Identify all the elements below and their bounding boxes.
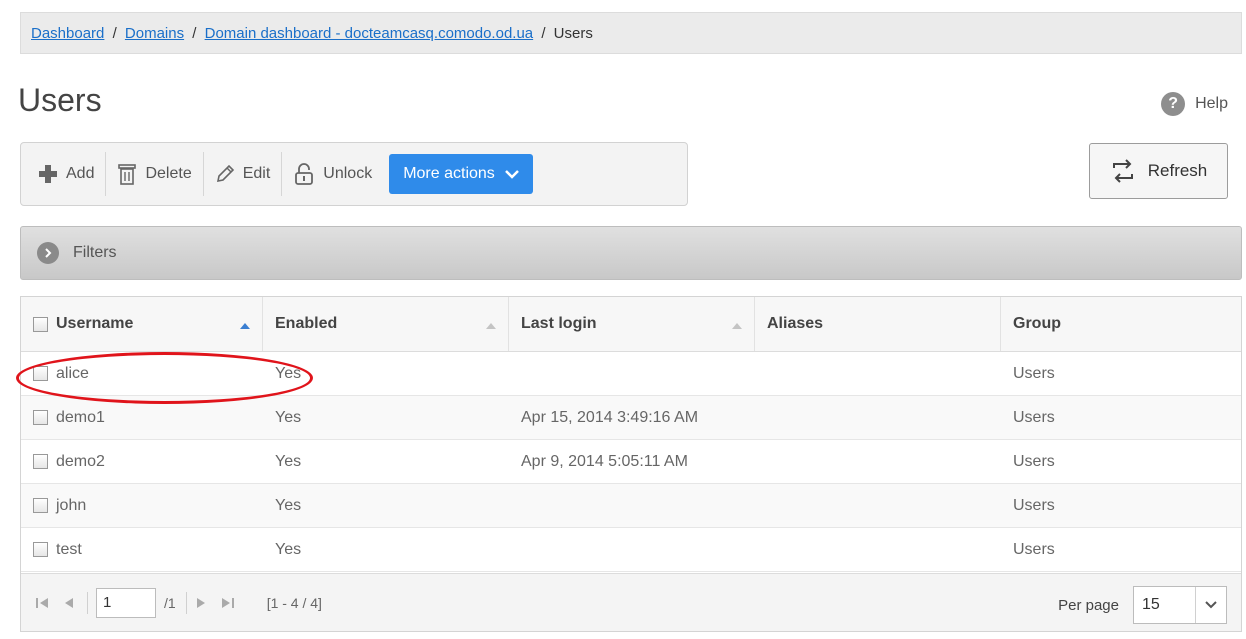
last-page-icon[interactable] bbox=[219, 597, 235, 609]
aliases-cell bbox=[755, 396, 1001, 439]
divider bbox=[87, 591, 88, 614]
record-range: [1 - 4 / 4] bbox=[266, 594, 322, 611]
more-actions-label: More actions bbox=[403, 165, 495, 182]
delete-button[interactable]: Delete bbox=[106, 152, 204, 196]
prev-page-icon[interactable] bbox=[63, 597, 75, 609]
table-row[interactable]: demo2 Yes Apr 9, 2014 5:05:11 AM Users bbox=[21, 440, 1241, 484]
enabled-cell: Yes bbox=[275, 540, 302, 558]
breadcrumb-separator: / bbox=[192, 25, 197, 42]
column-aliases[interactable]: Aliases bbox=[755, 297, 1001, 351]
more-actions-button[interactable]: More actions bbox=[389, 154, 533, 194]
breadcrumb-separator: / bbox=[112, 25, 117, 42]
aliases-cell bbox=[755, 484, 1001, 527]
sort-asc-icon bbox=[240, 317, 250, 335]
column-label: Group bbox=[1013, 315, 1061, 332]
page-number-input[interactable] bbox=[96, 587, 156, 618]
aliases-cell bbox=[755, 528, 1001, 571]
column-group[interactable]: Group bbox=[1001, 297, 1241, 351]
refresh-icon bbox=[1110, 159, 1136, 183]
group-cell: Users bbox=[1013, 364, 1055, 382]
group-cell: Users bbox=[1013, 408, 1055, 426]
breadcrumb-current: Users bbox=[553, 25, 593, 42]
username-cell: demo2 bbox=[56, 452, 105, 470]
page-title: Users bbox=[18, 82, 102, 118]
chevron-down-icon bbox=[1195, 587, 1226, 623]
filters-panel[interactable]: Filters bbox=[20, 226, 1242, 280]
enabled-cell: Yes bbox=[275, 452, 302, 470]
page-total: /1 bbox=[164, 594, 176, 611]
last-login-cell bbox=[509, 484, 755, 527]
plus-icon bbox=[38, 164, 58, 184]
column-last-login[interactable]: Last login bbox=[509, 297, 755, 351]
enabled-cell: Yes bbox=[275, 496, 302, 514]
column-label: Enabled bbox=[275, 315, 338, 332]
group-cell: Users bbox=[1013, 452, 1055, 470]
column-enabled[interactable]: Enabled bbox=[263, 297, 509, 351]
table-header: Username Enabled Last login Aliases Grou… bbox=[21, 297, 1241, 352]
username-cell: test bbox=[56, 540, 82, 558]
row-checkbox[interactable] bbox=[33, 542, 48, 557]
last-login-cell: Apr 9, 2014 5:05:11 AM bbox=[521, 452, 688, 470]
last-login-cell bbox=[509, 528, 755, 571]
highlight-annotation bbox=[16, 352, 313, 404]
column-label: Last login bbox=[521, 315, 597, 332]
add-label: Add bbox=[66, 165, 95, 182]
filters-label: Filters bbox=[73, 244, 117, 261]
trash-icon bbox=[117, 163, 137, 185]
row-checkbox[interactable] bbox=[33, 410, 48, 425]
chevron-down-icon bbox=[504, 169, 519, 179]
unlock-icon bbox=[293, 163, 315, 185]
group-cell: Users bbox=[1013, 540, 1055, 558]
help-link[interactable]: ? Help bbox=[1161, 92, 1228, 116]
column-label: Username bbox=[56, 315, 134, 332]
help-label: Help bbox=[1195, 95, 1228, 112]
chevron-right-icon bbox=[37, 242, 59, 264]
aliases-cell bbox=[755, 440, 1001, 483]
users-table: Username Enabled Last login Aliases Grou… bbox=[20, 296, 1242, 632]
per-page-control: Per page 15 bbox=[1058, 586, 1227, 624]
column-username[interactable]: Username bbox=[21, 297, 263, 351]
sort-icon bbox=[486, 317, 496, 335]
row-checkbox[interactable] bbox=[33, 454, 48, 469]
per-page-select[interactable]: 15 bbox=[1133, 586, 1227, 624]
column-label: Aliases bbox=[767, 315, 824, 332]
unlock-label: Unlock bbox=[323, 165, 373, 182]
divider bbox=[185, 591, 187, 614]
breadcrumb-link-domain-dashboard[interactable]: Domain dashboard - docteamcasq.comodo.od… bbox=[205, 25, 534, 42]
breadcrumb-link-domains[interactable]: Domains bbox=[125, 25, 184, 42]
enabled-cell: Yes bbox=[275, 408, 302, 426]
select-all-checkbox[interactable] bbox=[33, 316, 48, 332]
table-row[interactable]: john Yes Users bbox=[21, 484, 1241, 528]
per-page-label: Per page bbox=[1058, 596, 1119, 614]
edit-button[interactable]: Edit bbox=[204, 152, 283, 196]
refresh-button[interactable]: Refresh bbox=[1089, 143, 1228, 199]
first-page-icon[interactable] bbox=[35, 597, 51, 609]
toolbar: Add Delete Edit Unlock More actions bbox=[20, 142, 688, 206]
add-button[interactable]: Add bbox=[27, 152, 107, 196]
unlock-button[interactable]: Unlock bbox=[282, 152, 383, 196]
per-page-value: 15 bbox=[1142, 596, 1160, 613]
breadcrumb: Dashboard / Domains / Domain dashboard -… bbox=[20, 12, 1242, 54]
sort-icon bbox=[732, 317, 742, 335]
aliases-cell bbox=[755, 352, 1001, 395]
group-cell: Users bbox=[1013, 496, 1055, 514]
refresh-label: Refresh bbox=[1147, 161, 1208, 180]
breadcrumb-link-dashboard[interactable]: Dashboard bbox=[31, 25, 104, 42]
next-page-icon[interactable] bbox=[195, 597, 207, 609]
breadcrumb-separator: / bbox=[541, 25, 546, 42]
table-row[interactable]: test Yes Users bbox=[21, 528, 1241, 572]
username-cell: demo1 bbox=[56, 408, 105, 426]
last-login-cell bbox=[509, 352, 755, 395]
edit-label: Edit bbox=[242, 165, 271, 182]
pencil-icon bbox=[215, 164, 235, 184]
help-icon: ? bbox=[1161, 92, 1186, 116]
pagination-bar: /1 [1 - 4 / 4] Per page 15 bbox=[21, 573, 1241, 631]
username-cell: john bbox=[56, 496, 87, 514]
row-checkbox[interactable] bbox=[33, 498, 48, 513]
last-login-cell: Apr 15, 2014 3:49:16 AM bbox=[521, 408, 699, 426]
delete-label: Delete bbox=[145, 165, 192, 182]
